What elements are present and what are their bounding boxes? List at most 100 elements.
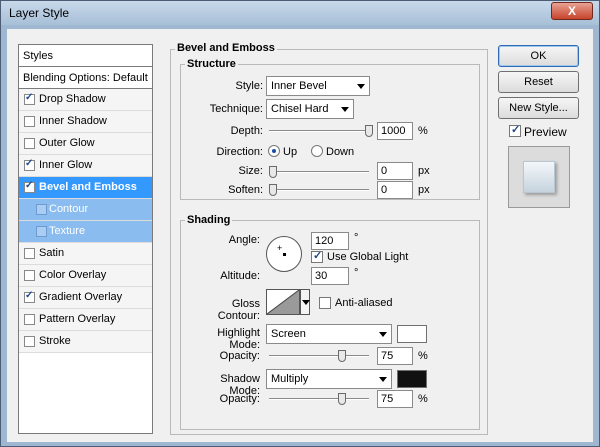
style-item-label: Satin — [39, 247, 65, 259]
soften-input-value: 0 — [381, 184, 388, 196]
contour-checkbox[interactable] — [36, 204, 47, 215]
style-item-pattern-overlay[interactable]: Pattern Overlay — [19, 309, 152, 331]
angle-dial[interactable]: + — [266, 236, 302, 272]
soften-unit: px — [418, 184, 430, 196]
style-item-label: Drop Shadow — [39, 93, 106, 105]
gloss-contour-swatch[interactable] — [266, 289, 300, 315]
style-item-gradient-overlay[interactable]: Gradient Overlay — [19, 287, 152, 309]
stroke-checkbox[interactable] — [24, 336, 35, 347]
anti-aliased-label: Anti-aliased — [335, 297, 393, 309]
highlight-opacity-thumb[interactable] — [338, 350, 346, 362]
style-item-blending-options[interactable]: Blending Options: Default — [19, 67, 152, 89]
shadow-opacity-value: 75 — [381, 393, 394, 405]
angle-input[interactable]: 120 — [311, 232, 349, 250]
drop-shadow-checkbox[interactable] — [24, 92, 35, 105]
altitude-label: Altitude: — [220, 270, 260, 282]
size-slider-thumb[interactable] — [269, 166, 277, 178]
pattern-overlay-checkbox[interactable] — [24, 314, 35, 325]
window-title: Layer Style — [9, 6, 70, 20]
direction-up-radio[interactable] — [268, 145, 280, 157]
depth-slider[interactable] — [269, 125, 373, 137]
highlight-opacity-input[interactable]: 75 — [377, 347, 413, 365]
shadow-opacity-unit: % — [418, 393, 428, 405]
highlight-opacity-label: Opacity: — [219, 350, 260, 362]
soften-slider[interactable] — [269, 184, 369, 196]
technique-label: Technique: — [209, 103, 263, 115]
direction-down-radio[interactable] — [311, 145, 323, 157]
style-label: Style: — [235, 80, 263, 92]
angle-label: Angle: — [228, 234, 260, 246]
depth-unit: % — [418, 125, 428, 137]
style-item-satin[interactable]: Satin — [19, 243, 152, 265]
chevron-down-icon — [379, 377, 387, 382]
shadow-opacity-label: Opacity: — [219, 393, 260, 405]
gloss-contour-label: Gloss Contour: — [217, 298, 260, 322]
style-item-label: Texture — [49, 225, 86, 237]
highlight-opacity-slider[interactable] — [269, 350, 369, 362]
highlight-opacity-value: 75 — [381, 350, 394, 362]
highlight-opacity-unit: % — [418, 350, 428, 362]
chevron-down-icon — [379, 332, 387, 337]
preview-checkbox[interactable] — [509, 123, 521, 137]
style-item-texture[interactable]: Texture — [19, 221, 152, 243]
anti-aliased-checkbox[interactable] — [319, 297, 331, 309]
shadow-mode-select[interactable]: Multiply — [266, 369, 392, 389]
shadow-opacity-thumb[interactable] — [338, 393, 346, 405]
soften-slider-thumb[interactable] — [269, 184, 277, 196]
style-item-stroke[interactable]: Stroke — [19, 331, 152, 353]
bevel-emboss-checkbox[interactable] — [24, 180, 35, 193]
styles-list: Styles Blending Options: Default Drop Sh… — [18, 44, 153, 434]
style-item-label: Outer Glow — [39, 137, 95, 149]
outer-glow-checkbox[interactable] — [24, 138, 35, 149]
reset-button[interactable]: Reset — [498, 71, 579, 93]
depth-slider-thumb[interactable] — [365, 125, 373, 137]
gradient-overlay-checkbox[interactable] — [24, 290, 35, 303]
direction-down-label: Down — [326, 146, 355, 158]
chevron-down-icon — [341, 107, 349, 112]
style-item-outer-glow[interactable]: Outer Glow — [19, 133, 152, 155]
styles-header[interactable]: Styles — [19, 45, 152, 67]
layer-style-window: Layer Style X Styles Blending Options: D… — [0, 0, 600, 447]
structure-title: Structure — [185, 58, 238, 70]
soften-input[interactable]: 0 — [377, 181, 413, 199]
depth-input[interactable]: 1000 — [377, 122, 413, 140]
shadow-opacity-slider[interactable] — [269, 393, 369, 405]
altitude-input[interactable]: 30 — [311, 267, 349, 285]
title-bar[interactable]: Layer Style X — [1, 1, 599, 25]
style-item-label: Color Overlay — [39, 269, 107, 281]
use-global-light-checkbox[interactable] — [311, 249, 323, 263]
style-item-contour[interactable]: Contour — [19, 199, 152, 221]
style-item-bevel-and-emboss[interactable]: Bevel and Emboss — [19, 177, 152, 199]
altitude-unit: ° — [354, 267, 359, 279]
close-button[interactable]: X — [551, 2, 593, 20]
use-global-light-label: Use Global Light — [327, 251, 409, 263]
gloss-contour-dropdown[interactable] — [300, 289, 310, 315]
depth-label: Depth: — [230, 125, 263, 137]
size-slider[interactable] — [269, 166, 369, 178]
size-input[interactable]: 0 — [377, 162, 413, 180]
highlight-color-swatch[interactable] — [397, 325, 427, 343]
technique-select[interactable]: Chisel Hard — [266, 99, 354, 119]
depth-input-value: 1000 — [381, 125, 406, 137]
contour-curve-icon — [267, 290, 299, 314]
inner-shadow-checkbox[interactable] — [24, 116, 35, 127]
shadow-color-swatch[interactable] — [397, 370, 427, 388]
texture-checkbox[interactable] — [36, 226, 47, 237]
style-item-drop-shadow[interactable]: Drop Shadow — [19, 89, 152, 111]
shadow-opacity-input[interactable]: 75 — [377, 390, 413, 408]
highlight-mode-value: Screen — [271, 328, 306, 340]
inner-glow-checkbox[interactable] — [24, 158, 35, 171]
crosshair-icon: + — [277, 243, 283, 253]
ok-button[interactable]: OK — [498, 45, 579, 67]
style-item-color-overlay[interactable]: Color Overlay — [19, 265, 152, 287]
new-style-button[interactable]: New Style... — [498, 97, 579, 119]
style-item-inner-shadow[interactable]: Inner Shadow — [19, 111, 152, 133]
shadow-mode-value: Multiply — [271, 373, 309, 385]
satin-checkbox[interactable] — [24, 248, 35, 259]
style-item-inner-glow[interactable]: Inner Glow — [19, 155, 152, 177]
color-overlay-checkbox[interactable] — [24, 270, 35, 281]
direction-label: Direction: — [216, 146, 263, 158]
highlight-mode-select[interactable]: Screen — [266, 324, 392, 344]
style-item-label: Bevel and Emboss — [39, 181, 137, 193]
style-select[interactable]: Inner Bevel — [266, 76, 370, 96]
